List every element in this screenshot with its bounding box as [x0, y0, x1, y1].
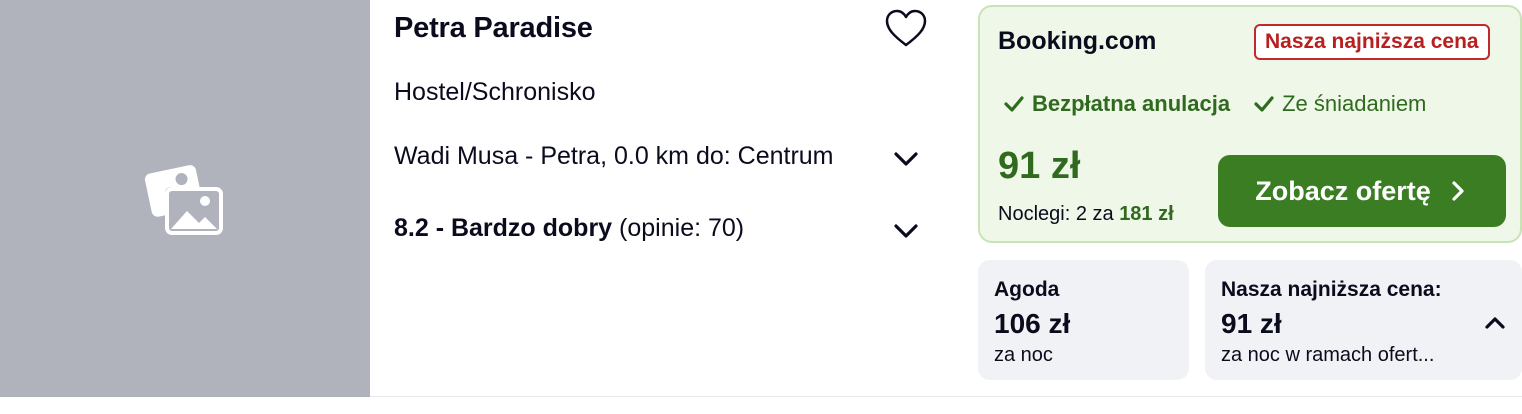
offer-price: 91 zł [998, 145, 1081, 187]
offer-provider: Booking.com [998, 27, 1157, 55]
rating-text: 8.2 - Bardzo dobry (opinie: 70) [394, 214, 744, 243]
alt-price: 106 zł [994, 308, 1071, 339]
checkmark-icon [1254, 96, 1274, 112]
hotel-type: Hostel/Schronisko [394, 78, 596, 106]
hotel-name[interactable]: Petra Paradise [394, 12, 593, 45]
location-text: Wadi Musa - Petra, 0.0 km do: Centrum [394, 142, 834, 170]
view-offer-button[interactable]: Zobacz ofertę [1218, 155, 1506, 227]
chevron-down-icon[interactable] [891, 216, 921, 246]
heart-outline-icon[interactable] [884, 8, 928, 50]
chevron-down-icon[interactable] [891, 144, 921, 174]
chevron-right-icon [1452, 181, 1464, 201]
alt-price: 91 zł [1221, 308, 1282, 339]
nights-label: Noclegi: 2 za [998, 203, 1114, 225]
offer-perks: Bezpłatna anulacja Ze śniadaniem [1004, 91, 1450, 117]
rating-row[interactable]: 8.2 - Bardzo dobry (opinie: 70) [394, 214, 924, 248]
location-row[interactable]: Wadi Musa - Petra, 0.0 km do: Centrum [394, 142, 924, 176]
chevron-up-icon[interactable] [1482, 310, 1508, 336]
view-offer-label: Zobacz ofertę [1255, 175, 1431, 206]
images-placeholder-icon [144, 164, 223, 235]
alt-provider: Agoda [994, 278, 1060, 301]
perk-breakfast: Ze śniadaniem [1254, 91, 1426, 117]
alt-provider: Nasza najniższa cena: [1221, 278, 1442, 301]
hotel-info: Petra Paradise Hostel/Schronisko Wadi Mu… [394, 0, 954, 397]
perk-free-cancellation: Bezpłatna anulacja [1004, 91, 1230, 117]
hotel-image-placeholder[interactable] [0, 0, 370, 397]
rating-label: 8.2 - Bardzo dobry [394, 214, 613, 242]
lowest-price-badge: Nasza najniższa cena [1254, 24, 1490, 60]
alt-offer-lowest[interactable]: Nasza najniższa cena: 91 zł za noc w ram… [1205, 260, 1522, 380]
alt-note: za noc [994, 344, 1053, 366]
hotel-card: Petra Paradise Hostel/Schronisko Wadi Mu… [0, 0, 1522, 397]
best-offer-panel[interactable]: Booking.com Nasza najniższa cena Bezpłat… [978, 5, 1522, 243]
offer-nights: Noclegi: 2 za 181 zł [998, 203, 1174, 226]
alt-note: za noc w ramach ofert... [1221, 344, 1435, 366]
alt-offer-agoda[interactable]: Agoda 106 zł za noc [978, 260, 1189, 380]
rating-reviews: (opinie: 70) [619, 214, 745, 242]
checkmark-icon [1004, 96, 1024, 112]
nights-total: 181 zł [1119, 203, 1174, 225]
